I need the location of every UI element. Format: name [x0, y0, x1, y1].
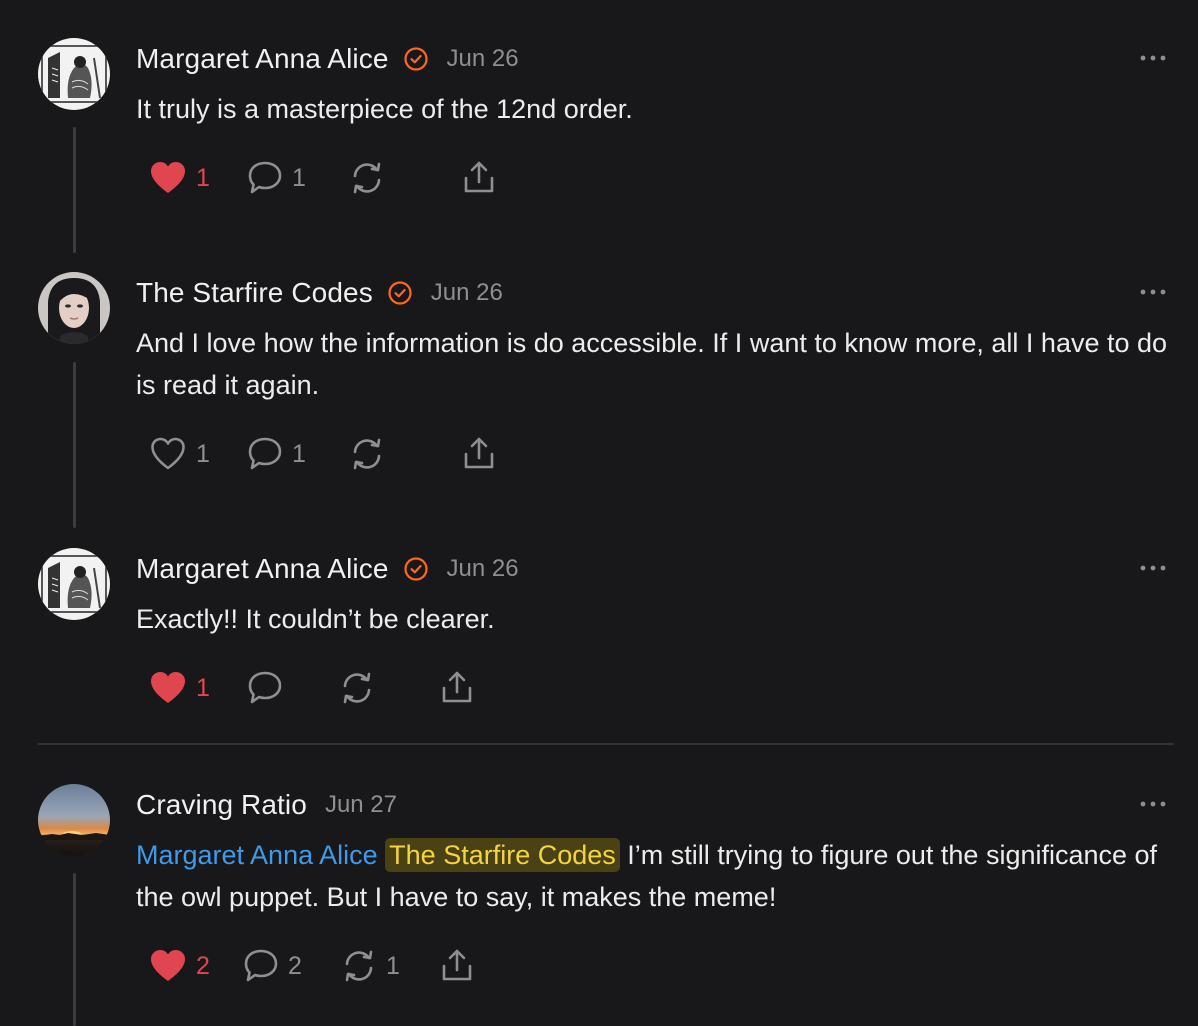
- share-icon: [464, 161, 494, 193]
- restack-icon: [353, 162, 381, 194]
- like-count: 1: [196, 439, 210, 468]
- avatar[interactable]: [38, 548, 110, 620]
- share-icon: [442, 671, 472, 703]
- reply-button[interactable]: 1: [246, 432, 308, 476]
- share-icon: [464, 437, 494, 469]
- reply-count: 1: [292, 439, 306, 468]
- comment-bubble-icon: [248, 437, 282, 470]
- reply-count: 2: [288, 951, 302, 980]
- comment-date[interactable]: Jun 26: [447, 45, 519, 73]
- avatar[interactable]: [38, 272, 110, 344]
- like-button[interactable]: 1: [148, 156, 212, 200]
- restack-button[interactable]: [348, 432, 410, 476]
- share-button[interactable]: [460, 432, 498, 476]
- sunset-avatar-image: [38, 784, 110, 856]
- comment-actions: 1: [148, 666, 476, 710]
- share-button[interactable]: [438, 666, 476, 710]
- like-count: 1: [196, 673, 210, 702]
- more-horizontal-icon[interactable]: [1138, 286, 1168, 298]
- avatar[interactable]: [38, 38, 110, 110]
- share-icon: [442, 949, 472, 981]
- comment-date[interactable]: Jun 26: [431, 279, 503, 307]
- comment-text: It truly is a masterpiece of the 12nd or…: [136, 94, 633, 124]
- author-name[interactable]: Craving Ratio: [136, 789, 307, 821]
- heart-icon: [151, 950, 185, 981]
- comment-actions: 1 1: [148, 156, 498, 200]
- heart-icon: [151, 437, 185, 470]
- restack-count: 1: [386, 951, 400, 980]
- verified-check-icon: [388, 281, 412, 305]
- comment-actions: 1 1: [148, 432, 498, 476]
- engraving-avatar-image: [38, 548, 110, 620]
- comment-text: And I love how the information is do acc…: [136, 328, 1168, 400]
- restack-button[interactable]: [348, 156, 410, 200]
- restack-icon: [353, 438, 381, 470]
- thread-divider: [38, 743, 1174, 745]
- like-count: 1: [196, 163, 210, 192]
- comment-actions: 2 2 1: [148, 944, 476, 988]
- comment-text: Exactly!! It couldn’t be clearer.: [136, 604, 495, 634]
- more-horizontal-icon[interactable]: [1138, 798, 1168, 810]
- thread-line: [73, 127, 76, 253]
- author-name[interactable]: The Starfire Codes: [136, 277, 373, 309]
- comment-bubble-icon: [244, 949, 278, 982]
- like-button[interactable]: 2: [148, 944, 212, 988]
- verified-check-icon: [403, 557, 428, 581]
- reply-count: 1: [292, 163, 306, 192]
- restack-icon: [345, 950, 373, 982]
- thread-line: [73, 362, 76, 528]
- mention-link[interactable]: Margaret Anna Alice: [136, 840, 378, 870]
- like-button[interactable]: 1: [148, 432, 212, 476]
- comment-bubble-icon: [248, 161, 282, 194]
- share-button[interactable]: [438, 944, 476, 988]
- reply-button[interactable]: [246, 666, 308, 710]
- restack-icon: [343, 672, 371, 704]
- verified-check-icon: [403, 47, 428, 71]
- comment-text: Margaret Anna Alice The Starfire Codes I…: [136, 834, 1176, 918]
- comment-date[interactable]: Jun 26: [447, 555, 519, 583]
- restack-button[interactable]: [338, 666, 400, 710]
- like-button[interactable]: 1: [148, 666, 212, 710]
- mention-link-highlighted[interactable]: The Starfire Codes: [385, 838, 620, 872]
- reply-button[interactable]: 2: [242, 944, 304, 988]
- heart-icon: [151, 162, 185, 193]
- portrait-avatar-image: [38, 272, 110, 344]
- more-horizontal-icon[interactable]: [1138, 562, 1168, 574]
- share-button[interactable]: [460, 156, 498, 200]
- avatar[interactable]: [38, 784, 110, 856]
- thread-line: [73, 873, 76, 1026]
- author-name[interactable]: Margaret Anna Alice: [136, 553, 389, 585]
- heart-icon: [151, 672, 185, 703]
- restack-button[interactable]: 1: [340, 944, 402, 988]
- comment-date[interactable]: Jun 27: [325, 791, 397, 819]
- reply-button[interactable]: 1: [246, 156, 308, 200]
- more-horizontal-icon[interactable]: [1138, 52, 1168, 64]
- engraving-avatar-image: [38, 38, 110, 110]
- like-count: 2: [196, 951, 210, 980]
- author-name[interactable]: Margaret Anna Alice: [136, 43, 389, 75]
- comment-bubble-icon: [248, 671, 282, 704]
